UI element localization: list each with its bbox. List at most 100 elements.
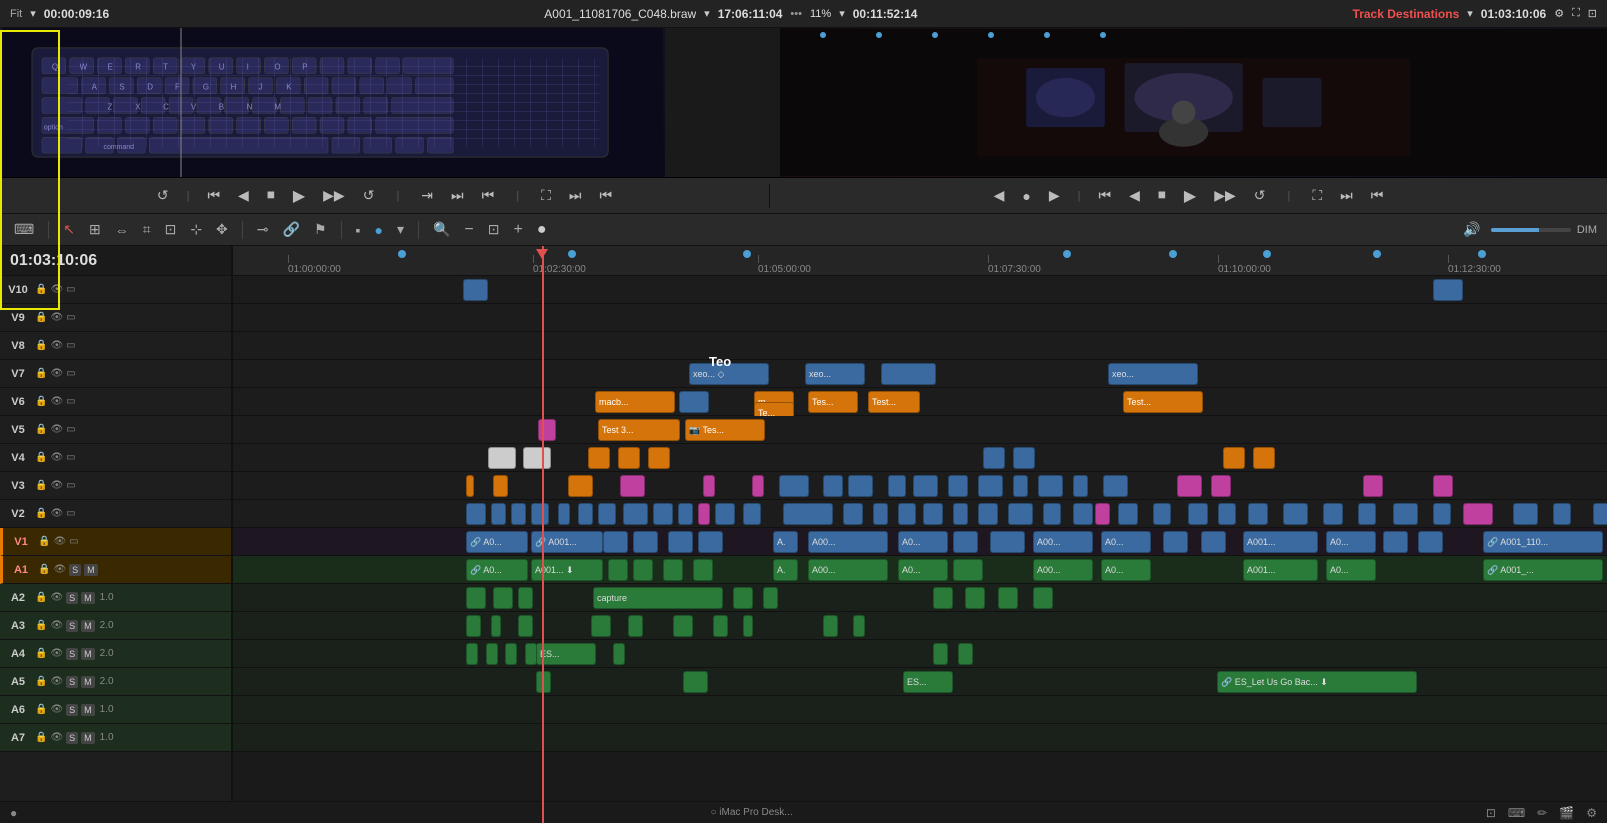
a4-lock-icon[interactable]: 🔒 bbox=[35, 648, 47, 659]
a2-capture[interactable]: capture bbox=[593, 587, 723, 609]
source-loop2-btn[interactable]: ↺ bbox=[359, 185, 379, 206]
v2-b14[interactable] bbox=[843, 503, 863, 525]
v4-w2[interactable] bbox=[523, 447, 551, 469]
a4-g1[interactable] bbox=[466, 643, 478, 665]
a6-lock-icon[interactable]: 🔒 bbox=[35, 704, 47, 715]
a3-g2[interactable] bbox=[491, 615, 501, 637]
v2-b9[interactable] bbox=[653, 503, 673, 525]
v2-b19[interactable] bbox=[978, 503, 998, 525]
a1-mid5[interactable] bbox=[953, 559, 983, 581]
v1-mid10[interactable] bbox=[1418, 531, 1443, 553]
a2-g3[interactable] bbox=[518, 587, 533, 609]
source-fwd1-btn[interactable]: ▶▶ bbox=[319, 185, 349, 206]
percent-dropdown-icon[interactable]: ▾ bbox=[839, 7, 845, 20]
bottom-icon-1[interactable]: ● bbox=[10, 806, 17, 820]
track-header-a6[interactable]: A6 🔒 👁 S M 1.0 bbox=[0, 696, 231, 724]
a7-s-btn[interactable]: S bbox=[66, 732, 78, 744]
bottom-icon-3[interactable]: ⌨ bbox=[1508, 806, 1525, 820]
v3-p5[interactable] bbox=[1211, 475, 1231, 497]
a5-es-let[interactable]: 🔗 ES_Let Us Go Bac... ⬇ bbox=[1217, 671, 1417, 693]
v6-tes[interactable]: Tes... bbox=[808, 391, 858, 413]
a3-g10[interactable] bbox=[853, 615, 865, 637]
v2-b25[interactable] bbox=[1188, 503, 1208, 525]
v1-a0[interactable]: 🔗 A0... bbox=[466, 531, 528, 553]
v1-mid5[interactable] bbox=[953, 531, 978, 553]
track-row-v8[interactable] bbox=[233, 332, 1607, 360]
a4-g7[interactable] bbox=[958, 643, 973, 665]
v3-b8[interactable] bbox=[1013, 475, 1028, 497]
v3-o1[interactable] bbox=[466, 475, 474, 497]
v5-pink[interactable] bbox=[538, 419, 556, 441]
a2-lock-icon[interactable]: 🔒 bbox=[35, 592, 47, 603]
a3-eye-icon[interactable]: 👁 bbox=[50, 620, 63, 631]
v4-o2[interactable] bbox=[618, 447, 640, 469]
a1-mid4[interactable] bbox=[693, 559, 713, 581]
prog-go-start-btn[interactable]: ⏮ bbox=[1095, 185, 1116, 206]
track-row-v3[interactable] bbox=[233, 472, 1607, 500]
a3-g6[interactable] bbox=[673, 615, 693, 637]
v3-b1[interactable] bbox=[779, 475, 809, 497]
a1-a00[interactable]: A00... bbox=[808, 559, 888, 581]
a4-es[interactable]: ES... bbox=[536, 643, 596, 665]
v10-solo-icon[interactable]: ▭ bbox=[66, 284, 75, 295]
track-row-v7[interactable]: xeo... ◇ xeo... xeo... bbox=[233, 360, 1607, 388]
source-play-btn[interactable]: ▶ bbox=[289, 184, 309, 208]
v7-lock-icon[interactable]: 🔒 bbox=[35, 368, 47, 379]
track-header-v8[interactable]: V8 🔒 👁 ▭ bbox=[0, 332, 231, 360]
v3-p4[interactable] bbox=[1177, 475, 1202, 497]
v3-eye-icon[interactable]: 👁 bbox=[50, 480, 63, 491]
track-row-a2[interactable]: capture bbox=[233, 584, 1607, 612]
v2-lock-icon[interactable]: 🔒 bbox=[35, 508, 47, 519]
track-header-v4[interactable]: V4 🔒 👁 ▭ bbox=[0, 444, 231, 472]
v8-solo-icon[interactable]: ▭ bbox=[66, 340, 75, 351]
a3-g9[interactable] bbox=[823, 615, 838, 637]
v2-b8[interactable] bbox=[623, 503, 648, 525]
a1-mid2[interactable] bbox=[633, 559, 653, 581]
v2-b17[interactable] bbox=[923, 503, 943, 525]
v9-lock-icon[interactable]: 🔒 bbox=[35, 312, 47, 323]
volume-slider[interactable] bbox=[1491, 228, 1571, 232]
v3-b4[interactable] bbox=[888, 475, 906, 497]
toolbar-hand-icon[interactable]: ✥ bbox=[212, 219, 232, 240]
a1-a0[interactable]: 🔗 A0... bbox=[466, 559, 528, 581]
a4-m-btn[interactable]: M bbox=[81, 648, 95, 660]
a4-g5[interactable] bbox=[613, 643, 625, 665]
settings-icon[interactable]: ⚙ bbox=[1554, 7, 1564, 20]
v2-b11[interactable] bbox=[715, 503, 735, 525]
timeline-content[interactable]: 01:00:00:00 01:02:30:00 01:05:00:00 01:0… bbox=[233, 246, 1607, 823]
track-row-a7[interactable] bbox=[233, 724, 1607, 752]
v2-b2[interactable] bbox=[491, 503, 506, 525]
v2-b32[interactable] bbox=[1433, 503, 1451, 525]
toolbar-color-dropdown[interactable]: ▾ bbox=[393, 219, 408, 240]
v1-mid3[interactable] bbox=[668, 531, 693, 553]
a4-g3[interactable] bbox=[505, 643, 517, 665]
v3-b11[interactable] bbox=[1103, 475, 1128, 497]
bottom-icon-4[interactable]: ✏ bbox=[1537, 806, 1547, 820]
v3-p6[interactable] bbox=[1363, 475, 1383, 497]
track-row-v9[interactable] bbox=[233, 304, 1607, 332]
v3-p3[interactable] bbox=[752, 475, 764, 497]
track-header-v10[interactable]: V10 🔒 👁 ▭ bbox=[0, 276, 231, 304]
a2-g4[interactable] bbox=[733, 587, 753, 609]
a5-s-btn[interactable]: S bbox=[66, 676, 78, 688]
v5-lock-icon[interactable]: 🔒 bbox=[35, 424, 47, 435]
toolbar-search-icon[interactable]: 🔍 bbox=[429, 219, 454, 240]
v2-b12[interactable] bbox=[743, 503, 761, 525]
toolbar-zoom-icon[interactable]: ⊡ bbox=[161, 219, 181, 240]
a5-eye-icon[interactable]: 👁 bbox=[50, 676, 63, 687]
v2-b28[interactable] bbox=[1283, 503, 1308, 525]
a1-a0-3[interactable]: A0... bbox=[1101, 559, 1151, 581]
a3-s-btn[interactable]: S bbox=[66, 620, 78, 632]
toolbar-trim-icon[interactable]: ⇔ bbox=[111, 220, 133, 240]
v6-test[interactable]: Test... bbox=[868, 391, 920, 413]
v2-b7[interactable] bbox=[598, 503, 616, 525]
v6-macb[interactable]: macb... bbox=[595, 391, 675, 413]
v1-mid7[interactable] bbox=[1163, 531, 1188, 553]
toolbar-keyboard-icon[interactable]: ⌨ bbox=[10, 219, 38, 240]
track-row-a5[interactable]: ES... 🔗 ES_Let Us Go Bac... ⬇ bbox=[233, 668, 1607, 696]
a7-eye-icon[interactable]: 👁 bbox=[50, 732, 63, 743]
prog-ext-btn[interactable]: ⏭ bbox=[1336, 185, 1357, 206]
v2-solo-icon[interactable]: ▭ bbox=[66, 508, 75, 519]
a1-a0-2[interactable]: A0... bbox=[898, 559, 948, 581]
v1-solo-icon[interactable]: ▭ bbox=[69, 536, 78, 547]
